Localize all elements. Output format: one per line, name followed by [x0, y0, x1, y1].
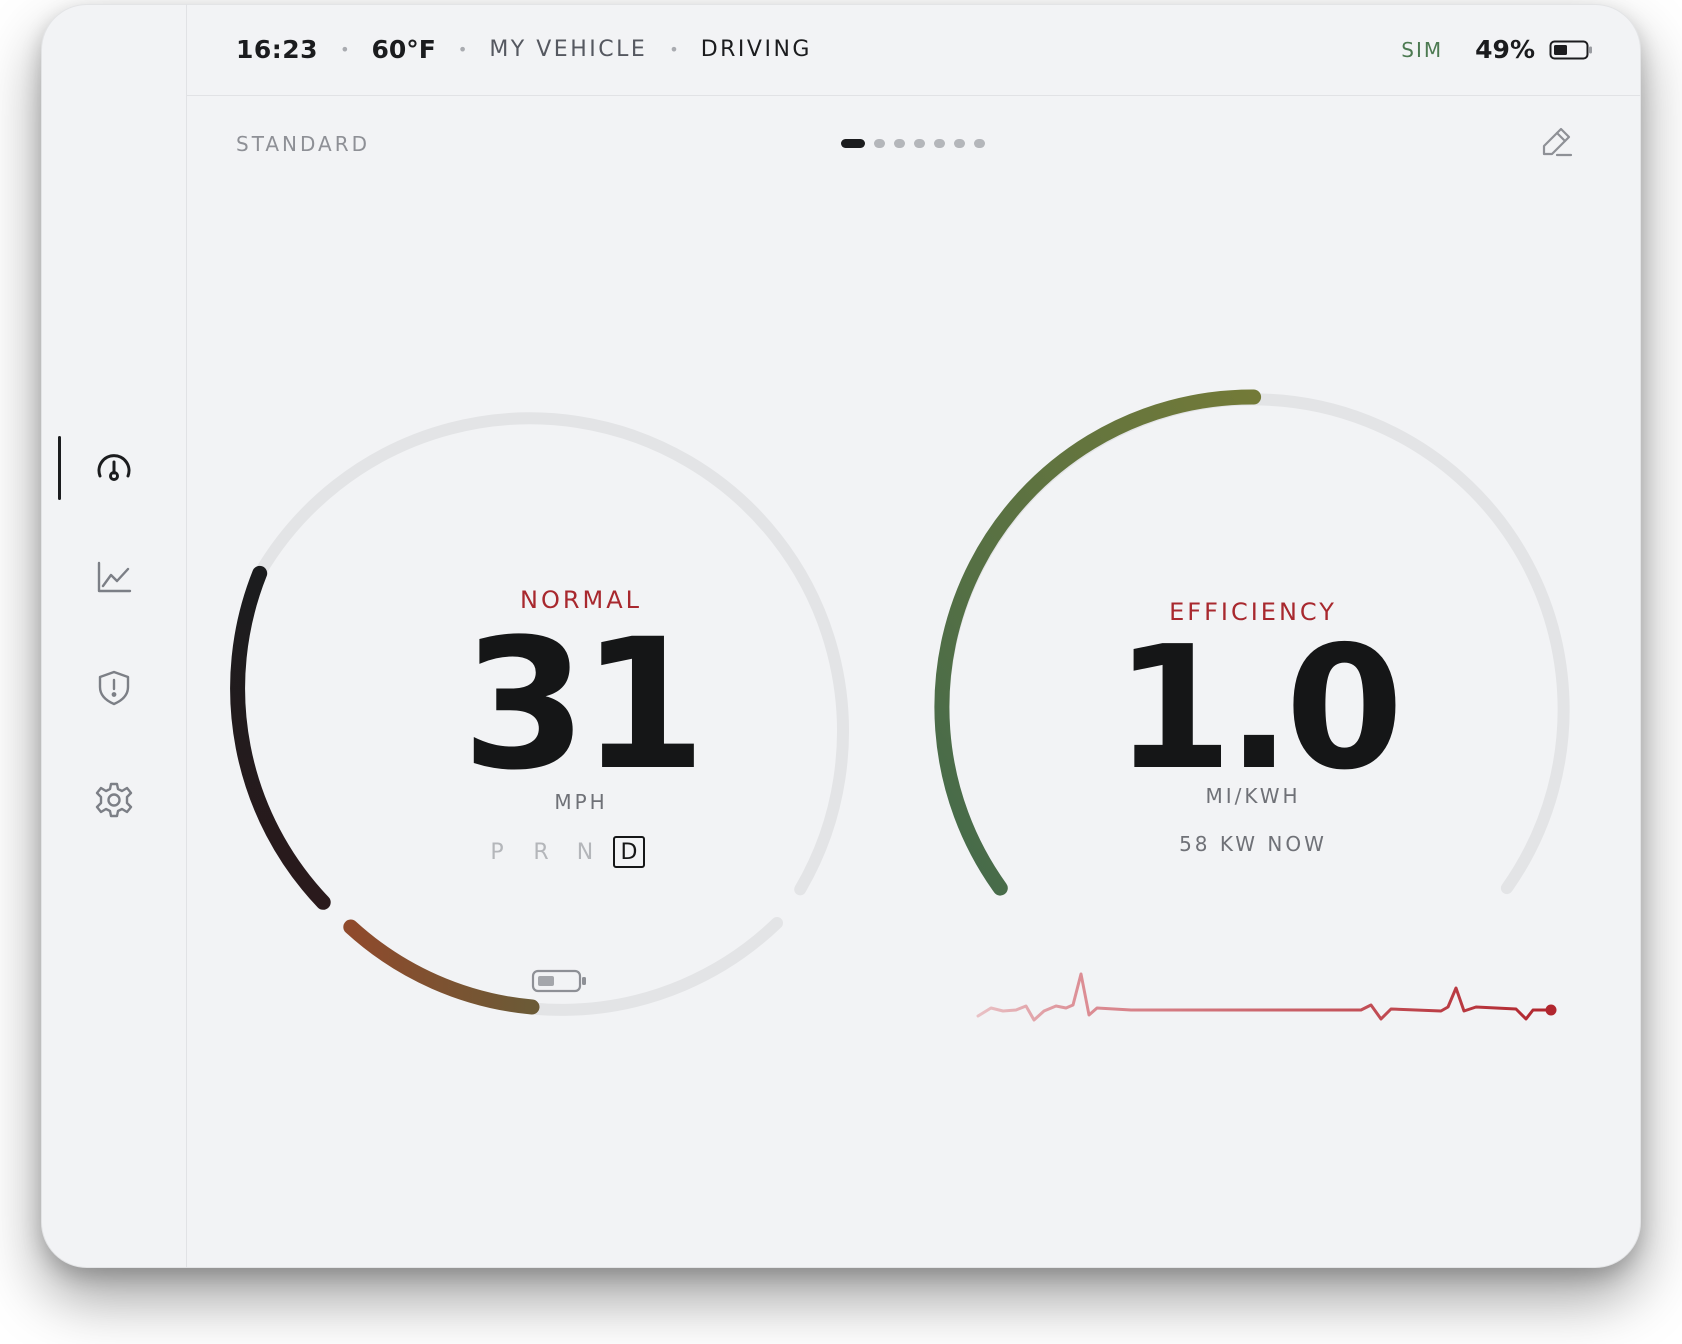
- gear-r[interactable]: R: [525, 836, 557, 868]
- power-sparkline: [976, 972, 1557, 1022]
- gear-p[interactable]: P: [481, 836, 513, 868]
- power-sparkline-line: [976, 972, 1550, 1022]
- gear-selector[interactable]: P R N D: [481, 834, 691, 870]
- speed-arc: [230, 565, 331, 910]
- device-frame: 16:23 • 60°F • MY VEHICLE • DRIVING SIM …: [41, 4, 1641, 1268]
- speed-unit: MPH: [554, 790, 608, 814]
- range-battery-icon: [531, 969, 586, 993]
- gear-n[interactable]: N: [569, 836, 601, 868]
- efficiency-unit: MI/KWH: [1205, 784, 1301, 808]
- gear-d[interactable]: D: [613, 836, 645, 868]
- speed-value: 31: [461, 601, 707, 810]
- range-arc: [343, 919, 540, 1015]
- power-now: 58 KW NOW: [1179, 832, 1327, 856]
- power-sparkline-end: [1545, 1004, 1557, 1016]
- efficiency-value: 1.0: [1114, 610, 1403, 808]
